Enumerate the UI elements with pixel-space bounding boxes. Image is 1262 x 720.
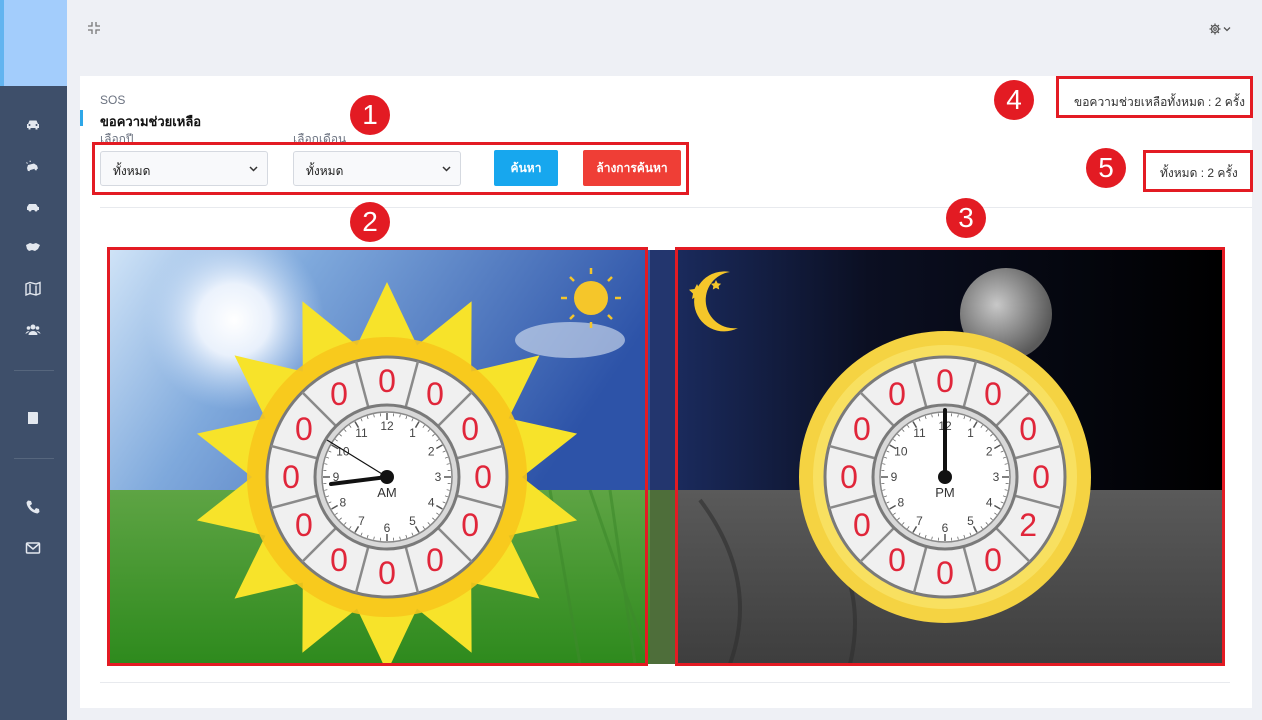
annotation-box-4 <box>1056 76 1253 118</box>
car-side-icon[interactable] <box>22 196 44 218</box>
annotation-number-4: 4 <box>994 80 1034 120</box>
sidebar-divider <box>14 458 54 459</box>
annotation-box-5 <box>1143 150 1253 192</box>
logo-area[interactable] <box>0 0 67 86</box>
annotation-box-3 <box>675 247 1225 666</box>
users-icon[interactable] <box>22 318 44 340</box>
topbar <box>67 0 1262 60</box>
compress-icon[interactable] <box>87 21 101 35</box>
title-accent <box>80 110 83 126</box>
breadcrumb: SOS <box>100 93 126 107</box>
annotation-number-1: 1 <box>350 95 390 135</box>
annotation-number-3: 3 <box>946 198 986 238</box>
annotation-box-1 <box>92 142 689 195</box>
car-crash-icon[interactable] <box>22 156 44 178</box>
map-icon[interactable] <box>22 278 44 300</box>
handshake-icon[interactable] <box>22 236 44 258</box>
phone-icon[interactable] <box>22 496 44 518</box>
page-title: ขอความช่วยเหลือ <box>100 114 202 129</box>
divider <box>100 682 1230 683</box>
annotation-number-5: 5 <box>1086 148 1126 188</box>
divider <box>100 207 1252 208</box>
sidebar <box>0 0 67 720</box>
gear-icon[interactable] <box>1208 21 1232 37</box>
annotation-box-2 <box>107 247 648 666</box>
sidebar-divider <box>14 370 54 371</box>
annotation-number-2: 2 <box>350 202 390 242</box>
envelope-icon[interactable] <box>22 537 44 559</box>
car-icon[interactable] <box>22 114 44 136</box>
book-icon[interactable] <box>22 407 44 429</box>
